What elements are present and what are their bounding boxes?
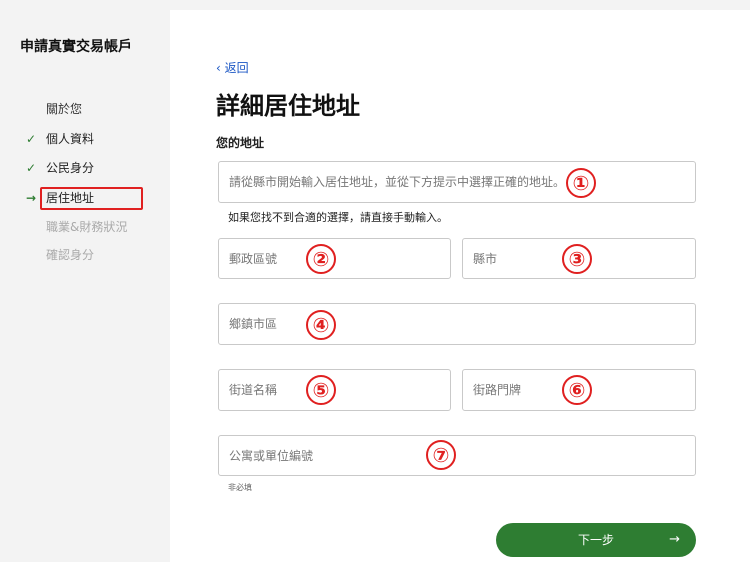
township-input[interactable] [219, 304, 695, 344]
arrow-right-icon: → [669, 532, 680, 547]
next-button-label: 下一步 [577, 533, 614, 547]
current-step-highlight [40, 187, 143, 210]
address-form-card: ‹ 返回 詳細居住地址 您的地址 ① 如果您找不到合適的選擇，請直接手動輸入。 … [170, 10, 750, 562]
annotation-marker: ① [566, 168, 596, 198]
annotation-marker: ⑦ [426, 440, 456, 470]
address-search-input[interactable] [219, 162, 695, 202]
check-icon: ✓ [25, 161, 37, 175]
annotation-marker: ⑥ [562, 375, 592, 405]
apartment-input[interactable] [219, 436, 695, 475]
address-search-field[interactable] [218, 161, 696, 203]
annotation-marker: ⑤ [306, 375, 336, 405]
step-label: 個人資料 [46, 132, 95, 146]
section-label: 您的地址 [216, 136, 265, 150]
next-button[interactable]: 下一步 → [496, 523, 696, 557]
back-label: 返回 [224, 61, 249, 75]
manual-entry-hint: 如果您找不到合適的選擇，請直接手動輸入。 [228, 211, 448, 224]
annotation-marker: ④ [306, 310, 336, 340]
arrow-right-icon: → [25, 191, 37, 205]
step-label: 關於您 [46, 102, 83, 116]
app-title: 申請真實交易帳戶 [20, 39, 132, 55]
back-link[interactable]: ‹ 返回 [216, 59, 249, 76]
annotation-marker: ③ [562, 244, 592, 274]
optional-label: 非必填 [228, 483, 252, 492]
township-field[interactable] [218, 303, 696, 345]
annotation-marker: ② [306, 244, 336, 274]
sidebar: 申請真實交易帳戶 關於您 ✓ 個人資料 ✓ 公民身分 → 居住地址 職業&財務狀… [0, 0, 170, 562]
step-label: 確認身分 [46, 248, 95, 262]
step-label: 職業&財務狀況 [46, 220, 128, 234]
check-icon: ✓ [25, 132, 37, 146]
apartment-field[interactable] [218, 435, 696, 476]
chevron-left-icon: ‹ [216, 61, 221, 75]
page-title: 詳細居住地址 [216, 92, 360, 120]
step-label: 公民身分 [46, 161, 95, 175]
